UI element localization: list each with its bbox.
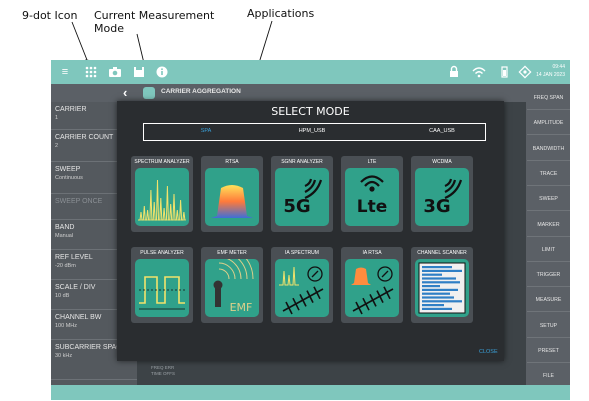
3g-icon-art: 3G	[423, 178, 463, 217]
right-menu-button[interactable]: TRACE	[527, 162, 570, 186]
tile-glyph-text: 3G	[423, 196, 450, 217]
dialog-title: SELECT MODE	[271, 105, 350, 118]
5g-icon: 5G	[275, 168, 329, 226]
spectrum-analyzer-icon	[135, 168, 189, 226]
app-tile-pulse-analyzer[interactable]: PULSE ANALYZER	[131, 247, 193, 323]
app-label: IA SPECTRUM	[285, 250, 319, 256]
app-tile-rtsa[interactable]: RTSA	[201, 156, 263, 232]
battery-icon	[496, 64, 512, 80]
app-label: PULSE ANALYZER	[140, 250, 184, 256]
right-menu-button[interactable]: SETUP	[527, 314, 570, 338]
tile-glyph-text: Lte	[357, 197, 388, 217]
date-time: 09:44 14 JAN 2023	[525, 63, 565, 79]
app-tile-5g[interactable]: SGNR ANALYZER 5G	[271, 156, 333, 232]
lock-icon	[446, 64, 462, 80]
right-menu-button[interactable]: LIMIT	[527, 238, 570, 262]
pulse-analyzer-icon-art	[139, 276, 185, 310]
tile-glyph-text: 5G	[283, 196, 310, 217]
app-tile-3g[interactable]: WCDMA 3G	[411, 156, 473, 232]
time-offs-label: TIME OFFS	[151, 371, 175, 376]
app-tile-lte[interactable]: LTE Lte	[341, 156, 403, 232]
wifi-icon	[471, 64, 487, 80]
tab-spa[interactable]: SPA	[166, 128, 246, 134]
top-status-bar: ≡ 09:44 14 JAN 2023	[51, 60, 570, 84]
nine-dot-icon[interactable]	[83, 64, 99, 80]
nine-dot-glyph	[85, 66, 97, 78]
leader-line-nine-dot	[71, 21, 90, 66]
ia-rtsa-icon-art	[351, 266, 394, 315]
select-mode-dialog: SELECT MODE SPA HPM_USB CAA_USB SPECTRUM…	[117, 101, 504, 361]
ia-rtsa-icon	[345, 259, 399, 317]
lte-icon: Lte	[345, 168, 399, 226]
right-menu-button[interactable]: MEASURE	[527, 288, 570, 313]
app-label: RTSA	[225, 159, 239, 165]
rtsa-icon-art	[211, 185, 253, 218]
right-menu-button[interactable]: MARKER	[527, 213, 570, 237]
app-tile-emf-meter[interactable]: EMF METER EMF	[201, 247, 263, 323]
ia-spectrum-icon	[275, 259, 329, 317]
close-button[interactable]: CLOSE	[479, 349, 498, 355]
emf-meter-icon: EMF	[205, 259, 259, 317]
info-icon[interactable]	[154, 64, 170, 80]
ia-spectrum-icon-art	[279, 266, 324, 315]
5g-icon-art: 5G	[283, 178, 323, 217]
title-bar: ‹ CARRIER AGGREGATION	[51, 84, 526, 102]
tile-glyph-text: EMF	[230, 301, 253, 314]
emf-meter-icon-art: EMF	[213, 259, 254, 314]
right-menu-button[interactable]: PRESET	[527, 339, 570, 363]
time-text: 09:44	[552, 64, 565, 70]
right-menu-button[interactable]: AMPLITUDE	[527, 111, 570, 136]
3g-icon: 3G	[415, 168, 469, 226]
rtsa-icon	[205, 168, 259, 226]
current-mode-icon	[143, 87, 155, 99]
date-text: 14 JAN 2023	[536, 72, 565, 78]
right-menu-panel: FREQ SPAN AMPLITUDE BANDWIDTH TRACE SWEEP MAR…	[526, 84, 570, 400]
channel-scanner-icon	[415, 259, 469, 317]
app-label: SGNR ANALYZER	[281, 159, 323, 165]
bottom-bar	[51, 385, 570, 400]
app-label: WCDMA	[432, 159, 452, 165]
app-tile-ia-rtsa[interactable]: IA RTSA	[341, 247, 403, 323]
app-label: EMF METER	[217, 250, 247, 256]
tab-caa-usb[interactable]: CAA_USB	[402, 128, 482, 134]
pulse-analyzer-icon	[135, 259, 189, 317]
menu-icon[interactable]: ≡	[57, 64, 73, 80]
back-arrow-icon[interactable]: ‹	[123, 85, 127, 100]
figure-root: 9-dot Icon Current Measurement Mode Appl…	[0, 0, 589, 401]
camera-icon[interactable]	[107, 64, 123, 80]
spectrum-analyzer-icon-art	[138, 179, 186, 221]
mode-tabs: SPA HPM_USB CAA_USB	[143, 123, 486, 141]
right-menu-button[interactable]: TRIGGER	[527, 263, 570, 288]
right-menu-button[interactable]: BANDWIDTH	[527, 137, 570, 161]
app-tile-ia-spectrum[interactable]: IA SPECTRUM	[271, 247, 333, 323]
app-label: IA RTSA	[362, 250, 382, 256]
app-label: LTE	[367, 159, 377, 165]
bottom-info: FREQ ERR TIME OFFS	[151, 365, 351, 383]
app-label: SPECTRUM ANALYZER	[134, 159, 190, 165]
right-menu-button[interactable]: SWEEP	[527, 187, 570, 212]
page-title: CARRIER AGGREGATION	[161, 88, 241, 95]
app-tile-spectrum-analyzer[interactable]: SPECTRUM ANALYZER	[131, 156, 193, 232]
lte-icon-art: Lte	[357, 175, 388, 217]
save-icon[interactable]	[131, 64, 147, 80]
right-menu-button[interactable]: FREQ SPAN	[527, 86, 570, 110]
app-tile-channel-scanner[interactable]: CHANNEL SCANNER	[411, 247, 473, 323]
app-label: CHANNEL SCANNER	[417, 250, 467, 256]
tab-hpm-usb[interactable]: HPM_USB	[272, 128, 352, 134]
channel-scanner-icon-art	[418, 262, 466, 314]
